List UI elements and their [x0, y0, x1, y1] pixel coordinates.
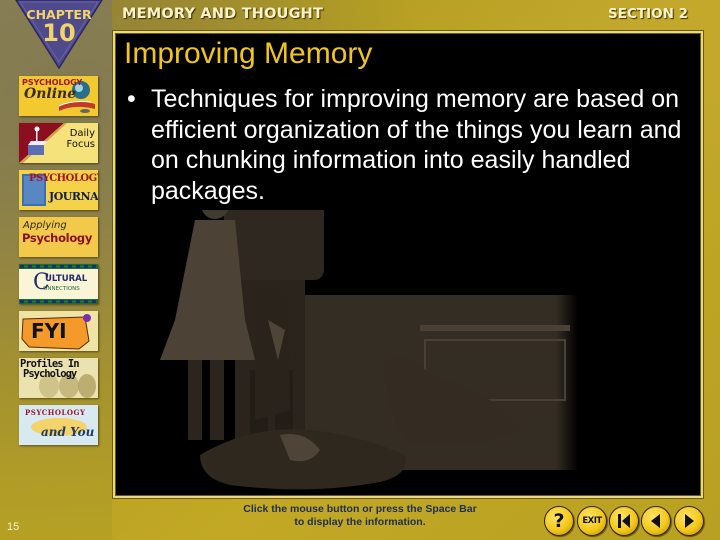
- skip-to-start-icon: [618, 514, 630, 528]
- chapter-number: 10: [42, 19, 76, 47]
- sidebar-item-psychology-online[interactable]: PSYCHOLOGY Online: [19, 76, 98, 116]
- question-icon: ?: [553, 510, 565, 532]
- sepia-photo-children-with-dogs: [160, 210, 578, 490]
- sidebar-item-label: PSYCHOLOGY: [29, 173, 98, 184]
- checkered-border-icon: [19, 264, 98, 304]
- chapter-title: MEMORY AND THOUGHT: [122, 6, 324, 22]
- sidebar-item-label: Psychology: [23, 368, 77, 380]
- sidebar-item-label: Focus: [66, 139, 95, 150]
- sidebar-item-cultural-connections[interactable]: C ULTURAL ONNECTIONS: [19, 264, 98, 304]
- sidebar-item-label: Psychology: [22, 231, 93, 245]
- sidebar-item-label: Online: [24, 86, 77, 102]
- next-icon: [685, 514, 694, 528]
- sidebar-item-label: Applying: [23, 220, 67, 231]
- sidebar-item-label: PSYCHOLOGY: [25, 408, 86, 417]
- instruction-line-2: to display the information.: [294, 516, 426, 528]
- next-slide-button[interactable]: [674, 506, 704, 536]
- help-button[interactable]: ?: [544, 506, 574, 536]
- previous-slide-button[interactable]: [641, 506, 671, 536]
- first-slide-button[interactable]: [609, 506, 639, 536]
- exit-icon: EXIT: [582, 516, 602, 526]
- slide-title: Improving Memory: [124, 37, 373, 70]
- sidebar-item-label: ONNECTIONS: [43, 286, 80, 292]
- section-label: SECTION 2: [608, 6, 688, 22]
- sidebar-item-label: and You: [41, 425, 95, 439]
- sidebar-item-fyi[interactable]: FYI: [19, 311, 98, 351]
- instruction-text: Click the mouse button or press the Spac…: [218, 503, 502, 529]
- chapter-badge: CHAPTER 10: [14, 0, 104, 70]
- sidebar-item-label: JOURNAL: [49, 190, 98, 203]
- sidebar-item-psychology-and-you[interactable]: PSYCHOLOGY and You: [19, 405, 98, 445]
- page-number: 15: [7, 521, 20, 533]
- sidebar-item-label: ULTURAL: [45, 274, 88, 284]
- sidebar-item-psychology-journal[interactable]: PSYCHOLOGY JOURNAL: [19, 170, 98, 210]
- bullet-icon: •: [127, 85, 136, 113]
- sidebar-item-applying-psychology[interactable]: Applying Psychology: [19, 217, 98, 257]
- sidebar-item-label: FYI: [31, 319, 67, 343]
- sidebar-item-label: Daily: [69, 128, 95, 139]
- instruction-line-1: Click the mouse button or press the Spac…: [243, 503, 477, 515]
- sidebar-item-profiles-in-psychology[interactable]: Profiles In Psychology: [19, 358, 98, 398]
- exit-button[interactable]: EXIT: [577, 506, 607, 536]
- sidebar-item-daily-focus[interactable]: Daily Focus: [19, 123, 98, 163]
- previous-icon: [651, 514, 660, 528]
- bullet-item: Techniques for improving memory are base…: [151, 85, 682, 205]
